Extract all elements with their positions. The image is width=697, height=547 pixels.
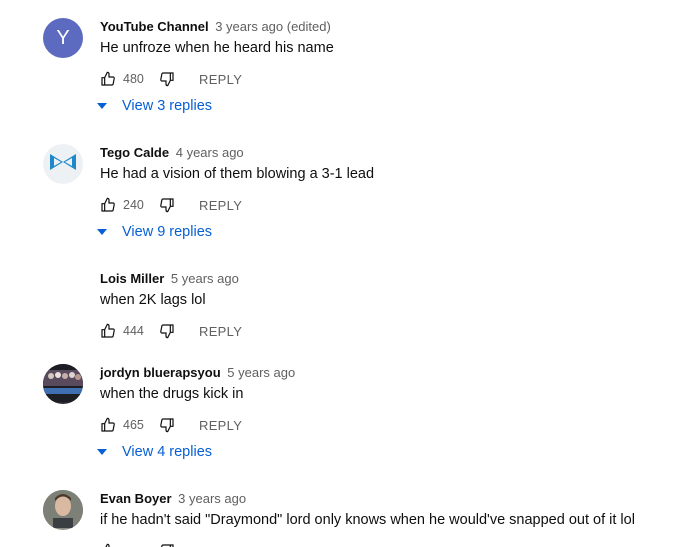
thumbs-down-icon[interactable] <box>157 541 177 547</box>
comment-text: He had a vision of them blowing a 3-1 le… <box>100 166 375 182</box>
author-name[interactable]: Lois Miller <box>100 271 164 286</box>
thumbs-up-icon[interactable] <box>98 541 118 547</box>
like-count: 240 <box>123 198 144 212</box>
view-replies-button[interactable]: View 9 replies <box>96 224 212 240</box>
reply-button[interactable]: REPLY <box>199 418 242 433</box>
comment-actions: 480 REPLY <box>98 69 242 89</box>
reply-button[interactable]: REPLY <box>199 324 242 339</box>
view-replies-button[interactable]: View 3 replies <box>96 98 212 114</box>
reply-button[interactable]: REPLY <box>199 198 242 213</box>
thumbs-up-icon[interactable] <box>98 69 118 89</box>
thumbs-down-icon[interactable] <box>157 415 177 435</box>
comment-time[interactable]: 5 years ago <box>227 365 295 380</box>
avatar[interactable] <box>43 490 83 530</box>
avatar[interactable]: Y <box>43 18 83 58</box>
comment-actions: 444 REPLY <box>98 321 242 341</box>
comment-actions: 240 REPLY <box>98 195 242 215</box>
comment-actions: 465 REPLY <box>98 415 242 435</box>
crowd-photo-avatar <box>43 364 83 404</box>
thumbs-up-icon[interactable] <box>98 195 118 215</box>
comment-header: Tego Calde 4 years ago <box>100 145 244 160</box>
comment-time[interactable]: 3 years ago <box>178 491 246 506</box>
comment-header: YouTube Channel 3 years ago (edited) <box>100 19 331 34</box>
comment-header: Evan Boyer 3 years ago <box>100 491 246 506</box>
avatar-letter: Y <box>56 26 70 49</box>
comment-text: when the drugs kick in <box>100 386 244 402</box>
comment-actions <box>98 541 177 547</box>
like-count: 480 <box>123 72 144 86</box>
author-name[interactable]: jordyn bluerapsyou <box>100 365 221 380</box>
view-replies-button[interactable]: View 4 replies <box>96 444 212 460</box>
author-name[interactable]: Tego Calde <box>100 145 169 160</box>
like-count: 465 <box>123 418 144 432</box>
thumbs-down-icon[interactable] <box>157 195 177 215</box>
like-count: 444 <box>123 324 144 338</box>
avatar[interactable] <box>43 364 83 404</box>
avatar[interactable] <box>43 144 83 184</box>
view-replies-label: View 4 replies <box>122 444 213 460</box>
comment-time[interactable]: 4 years ago <box>176 145 244 160</box>
face-photo-avatar <box>43 490 83 530</box>
comment-text: He unfroze when he heard his name <box>100 40 334 56</box>
caret-down-icon <box>96 100 108 112</box>
thumbs-up-icon[interactable] <box>98 415 118 435</box>
comment-header: Lois Miller 5 years ago <box>100 271 239 286</box>
thumbs-down-icon[interactable] <box>157 321 177 341</box>
view-replies-label: View 9 replies <box>122 224 213 240</box>
author-name[interactable]: YouTube Channel <box>100 19 209 34</box>
comment-header: jordyn bluerapsyou 5 years ago <box>100 365 295 380</box>
caret-down-icon <box>96 226 108 238</box>
view-replies-label: View 3 replies <box>122 98 213 114</box>
caret-down-icon <box>96 446 108 458</box>
thumbs-down-icon[interactable] <box>157 69 177 89</box>
comment-text: when 2K lags lol <box>100 292 206 308</box>
comment-text: if he hadn't said "Draymond" lord only k… <box>100 512 635 528</box>
author-name[interactable]: Evan Boyer <box>100 491 172 506</box>
reply-button[interactable]: REPLY <box>199 72 242 87</box>
thumbs-up-icon[interactable] <box>98 321 118 341</box>
bowtie-logo-icon <box>48 152 78 177</box>
comment-time[interactable]: 5 years ago <box>171 271 239 286</box>
comment-time[interactable]: 3 years ago (edited) <box>215 19 331 34</box>
